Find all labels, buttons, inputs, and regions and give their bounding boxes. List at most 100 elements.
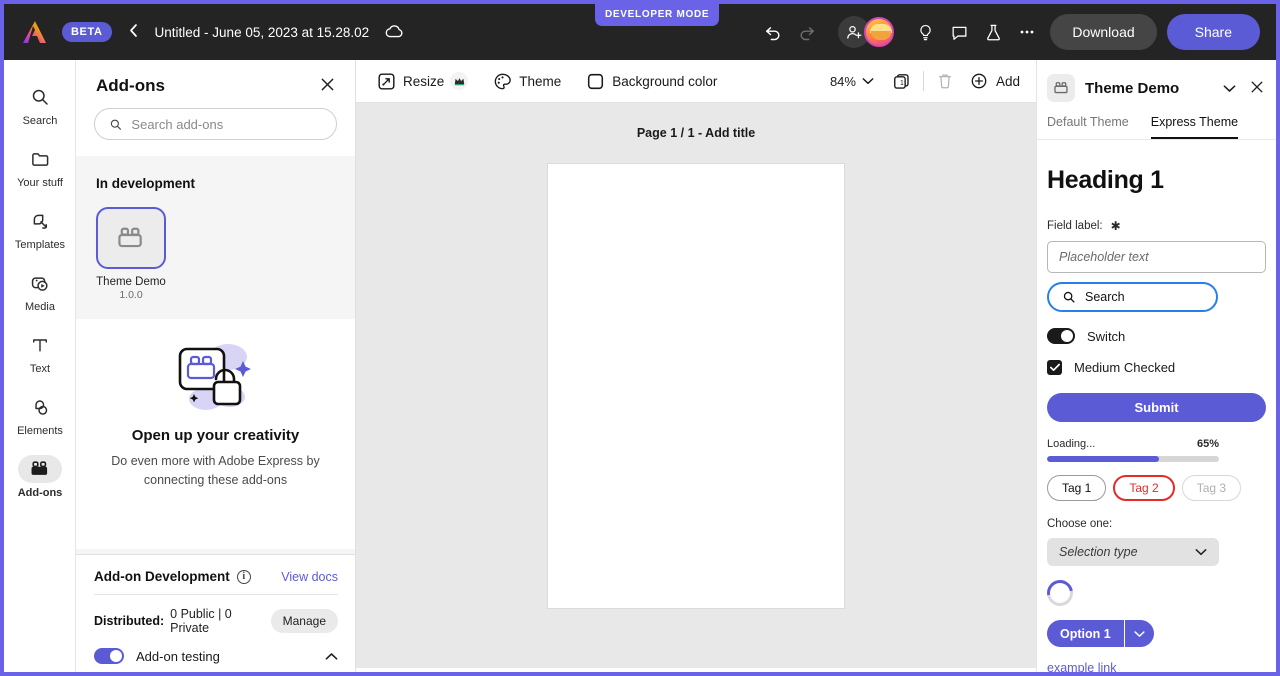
theme-label: Theme (519, 73, 562, 89)
selection-type-dropdown[interactable]: Selection type (1047, 538, 1219, 566)
sidebar-label: Templates (14, 239, 66, 251)
chevron-down-icon (1195, 545, 1207, 559)
back-button[interactable] (128, 23, 139, 41)
sidebar-label: Search (22, 115, 58, 127)
tag-2[interactable]: Tag 2 (1113, 475, 1175, 501)
distributed-label: Distributed: (94, 614, 165, 628)
trash-icon (938, 74, 951, 89)
example-link[interactable]: example link (1047, 661, 1266, 672)
addons-search-box[interactable] (94, 108, 337, 140)
addon-panel-header: Theme Demo (1037, 60, 1276, 102)
add-user-icon (847, 25, 862, 39)
sidebar-item-your-stuff[interactable]: Your stuff (4, 136, 76, 198)
loading-spinner (1041, 574, 1079, 612)
resize-button[interactable]: Resize (378, 72, 469, 90)
chevron-left-icon (129, 24, 137, 37)
pages-icon: 1 (894, 73, 909, 89)
addons-icon (31, 461, 48, 475)
search-input[interactable] (131, 116, 322, 132)
switch-label: Switch (1087, 328, 1126, 344)
top-bar-actions: Download Share (756, 14, 1276, 50)
redo-button[interactable] (790, 15, 824, 49)
icon-wrap (18, 145, 62, 173)
required-marker: ✱ (1110, 219, 1121, 233)
checkbox-label: Medium Checked (1074, 360, 1176, 375)
panel-close-button[interactable] (320, 77, 335, 95)
addon-testing-toggle[interactable] (94, 648, 124, 664)
collapse-button[interactable] (325, 649, 338, 664)
sidebar-label: Elements (17, 425, 63, 437)
canvas-toolbar: Resize Theme Background color 84% 1 Add (356, 60, 1036, 103)
zoom-control[interactable]: 84% (830, 74, 874, 89)
undo-icon (766, 27, 780, 41)
in-development-heading: In development (96, 176, 196, 191)
info-icon[interactable]: i (236, 569, 251, 584)
canvas-page[interactable] (548, 164, 844, 608)
progress-bar (1047, 456, 1219, 462)
undo-button[interactable] (756, 15, 790, 49)
user-avatar[interactable] (864, 17, 895, 47)
option-split-button[interactable]: Option 1 (1047, 620, 1154, 647)
background-color-button[interactable]: Background color (587, 73, 717, 90)
choose-one-label: Choose one: (1047, 518, 1113, 530)
experiments-button[interactable] (976, 15, 1010, 49)
sidebar-item-add-ons[interactable]: Add-ons (4, 446, 76, 508)
sidebar-item-media[interactable]: Media (4, 260, 76, 322)
medium-checkbox[interactable] (1047, 360, 1062, 375)
cloud-icon (385, 25, 403, 38)
more-options-button[interactable] (1010, 15, 1044, 49)
background-color-label: Background color (612, 73, 718, 89)
page-title-label[interactable]: Page 1 / 1 - Add title (356, 103, 1036, 140)
text-icon (33, 339, 47, 352)
pages-button[interactable]: 1 (892, 72, 911, 91)
tab-default-theme[interactable]: Default Theme (1047, 115, 1129, 139)
submit-button[interactable]: Submit (1047, 393, 1266, 422)
addon-panel-menu-button[interactable] (1223, 81, 1236, 96)
addon-panel-close-button[interactable] (1250, 80, 1264, 97)
search-label: Search (1085, 290, 1125, 304)
manage-button[interactable]: Manage (270, 609, 338, 633)
close-icon (1251, 80, 1263, 93)
icon-wrap (18, 269, 62, 297)
flask-icon (986, 24, 1000, 40)
sidebar-label: Media (25, 301, 55, 313)
chevron-down-glyph (1134, 630, 1145, 637)
add-page-button[interactable]: Add (970, 72, 1020, 90)
delete-button[interactable] (936, 72, 954, 90)
placeholder-text-field[interactable] (1047, 241, 1266, 273)
development-header: Add-on Development i View docs (94, 569, 338, 584)
chevron-down-icon (1223, 84, 1236, 92)
download-button[interactable]: Download (1050, 14, 1157, 50)
panel-search-wrap (76, 96, 355, 156)
theme-button[interactable]: Theme (494, 73, 561, 90)
sidebar-label: Your stuff (17, 177, 63, 189)
tag-1[interactable]: Tag 1 (1047, 475, 1107, 501)
ideas-button[interactable] (908, 15, 942, 49)
addon-search-field[interactable]: Search (1047, 282, 1218, 312)
palette-icon (495, 73, 512, 89)
distributed-row: Distributed: 0 Public | 0 Private Manage (94, 595, 338, 635)
document-title[interactable]: Untitled - June 05, 2023 at 15.28.02 (155, 25, 370, 40)
search-icon (1063, 291, 1075, 303)
sidebar-item-search[interactable]: Search (4, 74, 76, 136)
sidebar-item-templates[interactable]: Templates (4, 198, 76, 260)
tag-group: Tag 1 Tag 2 Tag 3 (1047, 475, 1266, 501)
addon-development-section: Add-on Development i View docs Distribut… (76, 554, 355, 672)
view-docs-link[interactable]: View docs (281, 570, 338, 584)
adobe-express-window: BETA Untitled - June 05, 2023 at 15.28.0… (0, 0, 1280, 676)
addons-icon (1053, 82, 1068, 94)
redo-icon (800, 27, 815, 41)
addon-tile-theme-demo[interactable] (96, 207, 166, 269)
share-button[interactable]: Share (1166, 14, 1260, 50)
switch-toggle[interactable] (1047, 328, 1075, 344)
sidebar-item-elements[interactable]: Elements (4, 384, 76, 446)
templates-icon (33, 214, 47, 229)
adobe-logo[interactable] (22, 20, 48, 44)
addon-tile-wrap: Theme Demo 1.0.0 (76, 191, 355, 301)
comment-button[interactable] (942, 15, 976, 49)
chevron-down-icon[interactable] (1125, 620, 1154, 647)
sidebar-item-text[interactable]: Text (4, 322, 76, 384)
tab-express-theme[interactable]: Express Theme (1150, 115, 1239, 139)
beta-badge: BETA (62, 22, 112, 42)
resize-icon (378, 72, 395, 90)
